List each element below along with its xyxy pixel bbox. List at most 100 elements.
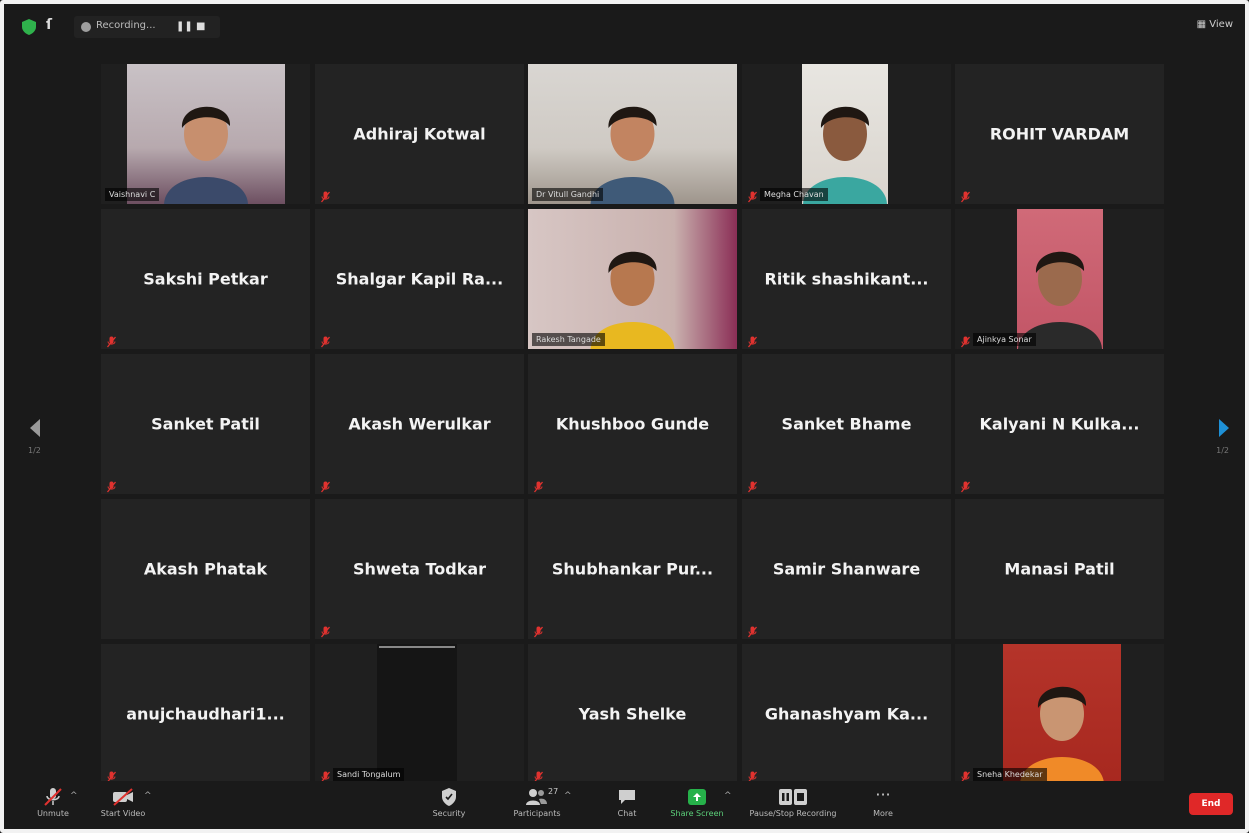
participants-icon [526,789,547,805]
stop-recording-icon[interactable]: ■ [196,21,205,32]
participants-count: 27 [548,787,559,796]
participant-video [802,64,888,204]
participant-name-label: Dr Vitull Gandhi [532,188,604,201]
participant-tile[interactable]: Adhiraj Kotwal [315,64,524,204]
chat-button[interactable]: Chat [592,783,662,818]
participant-tile[interactable]: Shalgar Kapil Ra... [315,209,524,349]
zoom-meeting-window: ſ Recording... ❚❚ ■ ▦ View Vaishnavi C Ad… [0,0,1249,833]
participant-tile[interactable]: Ritik shashikant... [742,209,951,349]
participant-name: ROHIT VARDAM [989,124,1130,144]
participant-tile[interactable]: Sanket Patil [101,354,310,494]
participant-silhouette [590,251,675,349]
participants-options-caret-icon[interactable]: ^ [564,791,572,801]
participant-name: Sanket Patil [151,414,260,434]
participant-tile[interactable]: Akash Werulkar [315,354,524,494]
previous-page-arrow-icon[interactable] [28,418,42,438]
participant-name-label: Megha Chavan [760,188,828,201]
security-button[interactable]: Security [414,783,484,818]
participants-button[interactable]: Participants 27 ^ [502,783,572,818]
participant-tile[interactable]: Shubhankar Pur... [528,499,737,639]
participant-name: anujchaudhari1... [126,704,285,724]
participant-name: Shubhankar Pur... [551,559,714,579]
participant-name: Ritik shashikant... [764,269,929,289]
participant-name: Shweta Todkar [352,559,487,579]
participant-tile[interactable]: Yash Shelke [528,644,737,784]
audio-options-caret-icon[interactable]: ^ [70,791,78,801]
muted-microphone-icon [960,188,971,203]
participant-tile[interactable]: Ajinkya Sonar [955,209,1164,349]
end-meeting-button[interactable]: End [1189,793,1233,815]
view-button[interactable]: ▦ View [1197,19,1233,30]
meeting-info-icon[interactable]: ſ [46,17,52,33]
more-label: More [873,809,893,818]
participant-silhouette [1018,251,1102,349]
participant-tile[interactable]: Khushboo Gunde [528,354,737,494]
unmute-button[interactable]: Unmute ^ [18,783,88,818]
view-label: View [1209,19,1233,30]
participant-name: Ghanashyam Ka... [764,704,929,724]
participant-tile[interactable]: Sneha Khedekar [955,644,1164,784]
share-screen-button[interactable]: Share Screen ^ [662,783,732,818]
top-bar: ſ Recording... ❚❚ ■ ▦ View [14,12,1235,42]
muted-microphone-icon [960,333,971,348]
participant-tile[interactable]: Megha Chavan [742,64,951,204]
participant-tile[interactable]: Akash Phatak [101,499,310,639]
participant-tile[interactable]: Ghanashyam Ka... [742,644,951,784]
muted-microphone-icon [747,623,758,638]
muted-microphone-icon [533,623,544,638]
participant-silhouette [1020,686,1104,784]
participant-video [528,209,737,349]
participant-video [377,644,457,784]
video-off-icon [113,788,133,806]
muted-microphone-icon [747,188,758,203]
encryption-shield-icon[interactable] [22,19,36,35]
muted-microphone-icon [747,478,758,493]
share-options-caret-icon[interactable]: ^ [724,791,732,801]
participant-tile[interactable]: Samir Shanware [742,499,951,639]
security-shield-icon [442,788,456,806]
participant-tile[interactable]: Rakesh Tangade [528,209,737,349]
participant-tile[interactable]: ROHIT VARDAM [955,64,1164,204]
participant-name-label: Rakesh Tangade [532,333,605,346]
security-label: Security [432,809,466,818]
participant-tile[interactable]: Dr Vitull Gandhi [528,64,737,204]
participant-name: Yash Shelke [578,704,687,724]
start-video-button[interactable]: Start Video ^ [88,783,158,818]
participant-name: Kalyani N Kulka... [979,414,1140,434]
more-button[interactable]: ··· More [848,783,918,819]
pause-recording-icon[interactable]: ❚❚ [176,21,193,32]
participant-tile[interactable]: Sanket Bhame [742,354,951,494]
recording-dot-icon [81,22,91,32]
participant-tile[interactable]: Sandi Tongalum [315,644,524,784]
chat-label: Chat [617,809,637,818]
participant-name: Akash Phatak [143,559,268,579]
video-options-caret-icon[interactable]: ^ [144,791,152,801]
pause-stop-recording-icon [779,789,807,805]
participant-name: Adhiraj Kotwal [353,124,486,144]
participant-name: Sakshi Petkar [143,269,268,289]
muted-microphone-icon [320,333,331,348]
participant-name: Akash Werulkar [348,414,491,434]
participant-tile[interactable]: Shweta Todkar [315,499,524,639]
participant-video [528,64,737,204]
pause-stop-recording-button[interactable]: Pause/Stop Recording [748,783,838,818]
participant-tile[interactable]: Sakshi Petkar [101,209,310,349]
next-page-arrow-icon[interactable] [1217,418,1231,438]
more-dots-icon: ··· [875,785,891,804]
participant-tile[interactable]: Vaishnavi C [101,64,310,204]
start-video-label: Start Video [100,809,146,818]
share-screen-label: Share Screen [670,809,724,818]
participant-tile[interactable]: anujchaudhari1... [101,644,310,784]
muted-microphone-icon [747,333,758,348]
participant-tile[interactable]: Kalyani N Kulka... [955,354,1164,494]
muted-microphone-icon [960,478,971,493]
muted-microphone-icon [960,768,971,783]
muted-microphone-icon [320,478,331,493]
participant-silhouette [803,106,887,204]
page-indicator-left: 1/2 [28,446,41,455]
participant-tile[interactable]: Manasi Patil [955,499,1164,639]
participants-label: Participants [513,809,561,818]
muted-microphone-icon [320,623,331,638]
participant-video [127,64,285,204]
muted-microphone-icon [320,768,331,783]
